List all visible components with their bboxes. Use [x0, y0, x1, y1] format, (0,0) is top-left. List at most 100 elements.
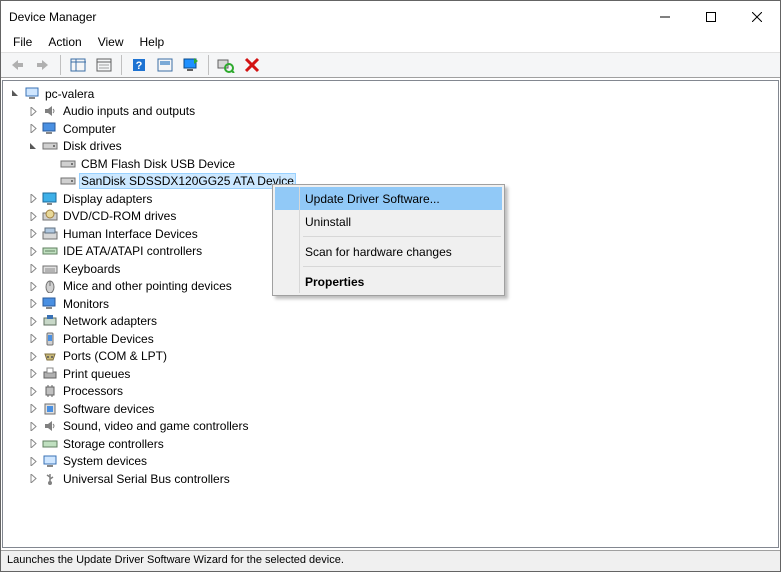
- toolbar: ?: [1, 52, 780, 78]
- software-icon: [41, 401, 59, 417]
- expand-icon[interactable]: [27, 228, 39, 240]
- tree-item-network[interactable]: Network adapters: [5, 313, 778, 331]
- menu-separator: [303, 236, 501, 237]
- mouse-icon: [41, 278, 59, 294]
- tree-item-audio[interactable]: Audio inputs and outputs: [5, 103, 778, 121]
- properties-button[interactable]: [92, 54, 116, 76]
- show-hide-tree-button[interactable]: [66, 54, 90, 76]
- expand-icon[interactable]: [27, 455, 39, 467]
- tree-item-storage[interactable]: Storage controllers: [5, 435, 778, 453]
- maximize-button[interactable]: [688, 1, 734, 32]
- menu-action[interactable]: Action: [40, 33, 89, 51]
- tree-label: Display adapters: [61, 192, 154, 206]
- tree-label: Processors: [61, 384, 125, 398]
- tree-label: Software devices: [61, 402, 156, 416]
- window-buttons: [642, 1, 780, 32]
- expand-icon[interactable]: [27, 123, 39, 135]
- expand-icon[interactable]: [27, 315, 39, 327]
- tree-label: Sound, video and game controllers: [61, 419, 250, 433]
- tree-item-sound[interactable]: Sound, video and game controllers: [5, 418, 778, 436]
- expand-icon[interactable]: [27, 403, 39, 415]
- titlebar: Device Manager: [1, 1, 780, 32]
- status-bar: Launches the Update Driver Software Wiza…: [1, 550, 780, 571]
- menu-item-uninstall[interactable]: Uninstall: [275, 210, 502, 233]
- svg-text:?: ?: [136, 60, 143, 72]
- tree-label: Portable Devices: [61, 332, 156, 346]
- network-icon: [41, 313, 59, 329]
- toolbar-separator: [121, 55, 122, 75]
- tree-item-software[interactable]: Software devices: [5, 400, 778, 418]
- hid-icon: [41, 226, 59, 242]
- expand-icon[interactable]: [27, 210, 39, 222]
- tree-label: Keyboards: [61, 262, 122, 276]
- expand-icon[interactable]: [27, 438, 39, 450]
- expand-icon[interactable]: [27, 385, 39, 397]
- tree-item-ports[interactable]: Ports (COM & LPT): [5, 348, 778, 366]
- menu-view[interactable]: View: [90, 33, 132, 51]
- uninstall-button[interactable]: [240, 54, 264, 76]
- tree-item-system[interactable]: System devices: [5, 453, 778, 471]
- tree-root[interactable]: pc-valera: [5, 85, 778, 103]
- update-driver-button[interactable]: [179, 54, 203, 76]
- hidden-devices-button[interactable]: [153, 54, 177, 76]
- dvd-icon: [41, 208, 59, 224]
- tree-item-cbm[interactable]: CBM Flash Disk USB Device: [5, 155, 778, 173]
- tree-label: Computer: [61, 122, 118, 136]
- menu-item-update-driver[interactable]: Update Driver Software...: [275, 187, 502, 210]
- tree-panel: pc-valera Audio inputs and outputs Compu…: [2, 80, 779, 548]
- tree-label: Audio inputs and outputs: [61, 104, 197, 118]
- tree-label: IDE ATA/ATAPI controllers: [61, 244, 204, 258]
- display-icon: [41, 191, 59, 207]
- tree-item-portable[interactable]: Portable Devices: [5, 330, 778, 348]
- menu-item-scan[interactable]: Scan for hardware changes: [275, 240, 502, 263]
- tree-label: Monitors: [61, 297, 111, 311]
- expand-icon[interactable]: [27, 280, 39, 292]
- disk-icon: [59, 173, 77, 189]
- tree-label: CBM Flash Disk USB Device: [79, 157, 237, 171]
- tree-item-disk-drives[interactable]: Disk drives: [5, 138, 778, 156]
- tree-item-usb[interactable]: Universal Serial Bus controllers: [5, 470, 778, 488]
- menu-gutter: [299, 187, 300, 293]
- toolbar-separator: [208, 55, 209, 75]
- tree-item-processors[interactable]: Processors: [5, 383, 778, 401]
- expand-icon[interactable]: [27, 298, 39, 310]
- expand-icon[interactable]: [27, 105, 39, 117]
- expand-icon[interactable]: [27, 333, 39, 345]
- menu-file[interactable]: File: [5, 33, 40, 51]
- expand-icon[interactable]: [27, 263, 39, 275]
- forward-button[interactable]: [31, 54, 55, 76]
- help-button[interactable]: ?: [127, 54, 151, 76]
- back-button[interactable]: [5, 54, 29, 76]
- expand-icon[interactable]: [27, 350, 39, 362]
- expand-icon[interactable]: [27, 245, 39, 257]
- tree-item-monitors[interactable]: Monitors: [5, 295, 778, 313]
- expand-icon[interactable]: [9, 88, 21, 100]
- expand-icon[interactable]: [27, 473, 39, 485]
- ide-icon: [41, 243, 59, 259]
- tree-item-print[interactable]: Print queues: [5, 365, 778, 383]
- tree-item-computer[interactable]: Computer: [5, 120, 778, 138]
- context-menu: Update Driver Software... Uninstall Scan…: [272, 184, 505, 296]
- expand-icon[interactable]: [27, 140, 39, 152]
- expand-icon[interactable]: [27, 420, 39, 432]
- tree-label: Network adapters: [61, 314, 159, 328]
- computer-icon: [23, 86, 41, 102]
- tree-label: Ports (COM & LPT): [61, 349, 169, 363]
- tree-label: DVD/CD-ROM drives: [61, 209, 178, 223]
- minimize-button[interactable]: [642, 1, 688, 32]
- usb-icon: [41, 471, 59, 487]
- keyboard-icon: [41, 261, 59, 277]
- menu-item-properties[interactable]: Properties: [275, 270, 502, 293]
- printer-icon: [41, 366, 59, 382]
- tree-label: pc-valera: [43, 87, 96, 101]
- cpu-icon: [41, 383, 59, 399]
- close-button[interactable]: [734, 1, 780, 32]
- monitor-icon: [41, 121, 59, 137]
- menu-help[interactable]: Help: [132, 33, 173, 51]
- tree-label: Mice and other pointing devices: [61, 279, 234, 293]
- disk-icon: [59, 156, 77, 172]
- scan-hardware-button[interactable]: [214, 54, 238, 76]
- expand-icon[interactable]: [27, 193, 39, 205]
- expand-icon[interactable]: [27, 368, 39, 380]
- portable-icon: [41, 331, 59, 347]
